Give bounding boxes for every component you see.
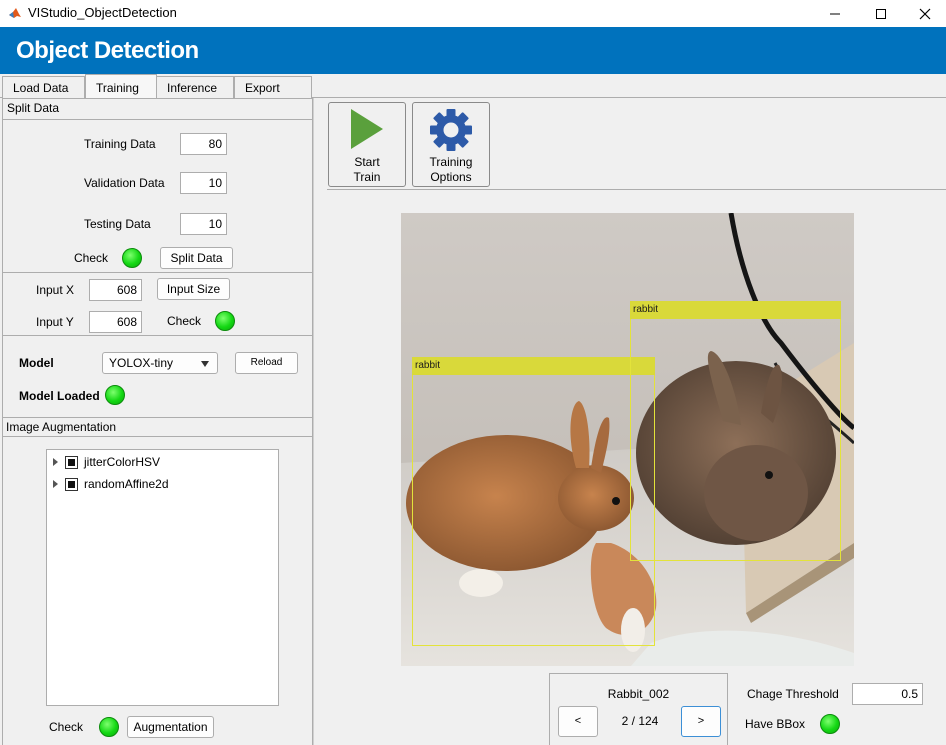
chevron-down-icon	[201, 361, 209, 367]
input-y-label: Input Y	[36, 315, 74, 329]
maximize-icon	[876, 8, 886, 19]
split-check-indicator	[122, 248, 142, 268]
validation-data-label: Validation Data	[84, 176, 165, 190]
expand-arrow-icon[interactable]	[53, 480, 59, 488]
expand-arrow-icon[interactable]	[53, 458, 59, 466]
start-train-button[interactable]: Start Train	[328, 102, 406, 187]
model-loaded-label: Model Loaded	[19, 389, 100, 403]
split-data-panel: Split Data Training Data 80 Validation D…	[2, 98, 313, 273]
have-bbox-indicator	[820, 714, 840, 734]
divider	[3, 436, 312, 437]
minimize-button[interactable]	[812, 0, 858, 27]
split-check-label: Check	[74, 251, 109, 265]
model-dropdown-value: YOLOX-tiny	[109, 356, 174, 370]
start-train-label-line1: Start	[354, 155, 380, 169]
app-title: Object Detection	[16, 37, 199, 64]
detection-label: rabbit	[412, 357, 655, 375]
validation-data-field[interactable]: 10	[180, 172, 227, 194]
reload-button[interactable]: Reload	[235, 352, 298, 374]
testing-data-field[interactable]: 10	[180, 213, 227, 235]
model-label: Model	[19, 356, 54, 370]
gear-icon	[430, 109, 472, 151]
input-x-label: Input X	[36, 283, 75, 297]
panel-divider	[313, 98, 314, 745]
checkbox-icon[interactable]	[65, 456, 78, 469]
close-icon	[919, 8, 931, 19]
matlab-logo-icon	[9, 8, 21, 18]
prev-image-button[interactable]: <	[558, 706, 598, 737]
next-image-button[interactable]: >	[681, 706, 721, 737]
input-check-label: Check	[167, 314, 202, 328]
training-options-label-line1: Training	[429, 155, 473, 169]
training-toolbar: Start Train Training Options	[327, 98, 946, 190]
training-data-label: Training Data	[84, 137, 156, 151]
split-data-button[interactable]: Split Data	[160, 247, 233, 269]
divider	[3, 119, 312, 120]
tree-item-label: randomAffine2d	[84, 477, 169, 491]
augmentation-button[interactable]: Augmentation	[127, 716, 214, 738]
input-size-panel: Input X 608 Input Size Input Y 608 Check	[2, 272, 313, 336]
input-x-field[interactable]: 608	[89, 279, 142, 301]
tab-training[interactable]: Training	[85, 74, 157, 99]
testing-data-label: Testing Data	[84, 217, 151, 231]
input-y-field[interactable]: 608	[89, 311, 142, 333]
window-title: VIStudio_ObjectDetection	[28, 5, 177, 20]
app-header: Object Detection	[0, 27, 946, 74]
preview-image: rabbit rabbit	[401, 213, 854, 666]
augmentation-check-indicator	[99, 717, 119, 737]
augmentation-tree: jitterColorHSV randomAffine2d	[46, 449, 279, 706]
augmentation-panel: Image Augmentation jitterColorHSV random…	[2, 417, 313, 745]
minimize-icon	[830, 13, 840, 14]
image-navigator: Rabbit_002 < 2 / 124 >	[549, 673, 728, 745]
tab-export[interactable]: Export	[234, 76, 312, 99]
model-panel: Model YOLOX-tiny Reload Model Loaded	[2, 335, 313, 418]
tree-item-jittercolorhsv[interactable]: jitterColorHSV	[53, 454, 253, 470]
model-loaded-indicator	[105, 385, 125, 405]
image-name: Rabbit_002	[607, 687, 670, 701]
training-options-button[interactable]: Training Options	[412, 102, 490, 187]
detection-label: rabbit	[630, 301, 841, 319]
maximize-button[interactable]	[858, 0, 904, 27]
tab-load-data[interactable]: Load Data	[2, 76, 85, 99]
threshold-field[interactable]: 0.5	[852, 683, 923, 705]
tree-item-label: jitterColorHSV	[84, 455, 161, 469]
close-button[interactable]	[902, 0, 946, 27]
tree-item-randomaffine2d[interactable]: randomAffine2d	[53, 476, 253, 492]
tab-inference[interactable]: Inference	[156, 76, 234, 99]
model-dropdown[interactable]: YOLOX-tiny	[102, 352, 218, 374]
checkbox-icon[interactable]	[65, 478, 78, 491]
detection-box: rabbit	[412, 357, 655, 646]
training-data-field[interactable]: 80	[180, 133, 227, 155]
image-counter: 2 / 124	[621, 714, 659, 728]
augmentation-check-label: Check	[49, 720, 84, 734]
input-check-indicator	[215, 311, 235, 331]
training-options-label-line2: Options	[430, 170, 472, 184]
augmentation-title: Image Augmentation	[6, 420, 117, 434]
play-icon	[351, 109, 383, 149]
tab-bar: Load Data Training Inference Export	[0, 74, 946, 99]
start-train-label-line2: Train	[353, 170, 381, 184]
split-data-title: Split Data	[7, 101, 60, 115]
window-titlebar: VIStudio_ObjectDetection	[0, 0, 946, 27]
have-bbox-label: Have BBox	[745, 717, 806, 731]
detection-box: rabbit	[630, 301, 841, 561]
threshold-label: Chage Threshold	[747, 687, 839, 701]
input-size-button[interactable]: Input Size	[157, 278, 230, 300]
